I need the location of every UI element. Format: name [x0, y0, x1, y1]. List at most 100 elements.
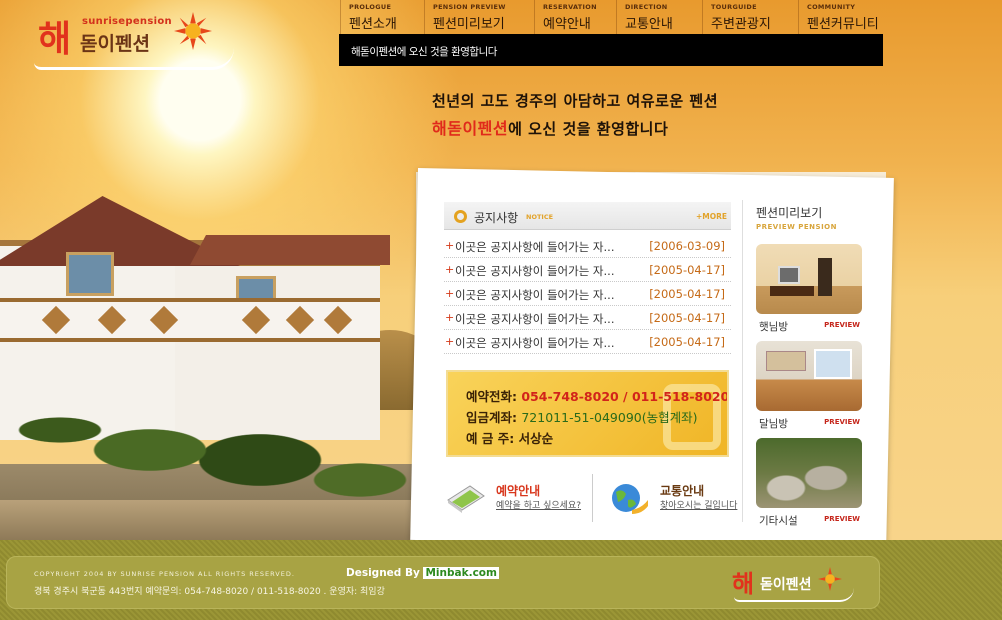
- preview-caption: 햇님방 PREVIEW: [756, 317, 862, 333]
- reservation-quick-title: 예약안내: [496, 484, 541, 498]
- contact-box: 예약전화: 054-748-8020 / 011-518-8020 입금계좌: …: [446, 370, 729, 457]
- notice-item-text[interactable]: 이곳은 공지사항이 들어가는 자...: [455, 263, 645, 279]
- nav-ko-label: 주변관광지: [711, 17, 771, 32]
- garden-rocks: [0, 500, 420, 540]
- preview-item-sun-room[interactable]: 햇님방 PREVIEW: [756, 244, 862, 333]
- designer-site-link[interactable]: Minbak.com: [423, 567, 499, 579]
- notice-item[interactable]: + 이곳은 공지사항에 들어가는 자... [2006-03-09]: [444, 234, 731, 258]
- nav-en-label: PROLOGUE: [349, 3, 392, 11]
- preview-item-facilities[interactable]: 기타시설 PREVIEW: [756, 438, 862, 527]
- nav-item-preview[interactable]: PENSION PREVIEW 펜션미리보기: [424, 0, 534, 34]
- contact-holder-line: 예 금 주: 서상순: [466, 428, 553, 447]
- notice-en-label: NOTICE: [526, 213, 554, 221]
- contact-bank-label: 입금계좌:: [466, 410, 517, 425]
- notice-item-date: [2005-04-17]: [649, 311, 725, 325]
- contact-holder-label: 예 금 주:: [466, 431, 515, 446]
- reservation-quick-link[interactable]: 예약안내 예약을 하고 싶으세요?: [444, 476, 584, 526]
- preview-tag[interactable]: PREVIEW: [824, 418, 860, 426]
- cabinet-shape: [766, 351, 806, 371]
- footer-logo-swoosh: [734, 588, 854, 602]
- contact-phone: 054-748-8020 / 011-518-8020: [521, 389, 729, 404]
- preview-tag[interactable]: PREVIEW: [824, 515, 860, 523]
- nav-item-reservation[interactable]: RESERVATION 예약안내: [534, 0, 616, 34]
- preview-item-moon-room[interactable]: 달님방 PREVIEW: [756, 341, 862, 430]
- sun-icon: [174, 12, 212, 50]
- contact-holder: 서상순: [518, 431, 554, 446]
- plus-icon: +: [445, 287, 455, 300]
- notice-item-text[interactable]: 이곳은 공지사항이 들어가는 자...: [455, 311, 645, 327]
- nav-en-label: PENSION PREVIEW: [433, 3, 506, 11]
- traffic-quick-sub[interactable]: 찾아오시는 길입니다: [660, 498, 737, 511]
- footer-address: 경북 경주시 북군동 443번지 예약문의: 054-748-8020 / 01…: [34, 587, 385, 597]
- pension-house-photo: [0, 180, 450, 540]
- notice-item-date: [2005-04-17]: [649, 287, 725, 301]
- globe-icon: [612, 484, 648, 514]
- traffic-quick-title: 교통안내: [660, 484, 705, 498]
- notice-item-date: [2005-04-17]: [649, 263, 725, 277]
- preview-name: 달님방: [759, 418, 788, 430]
- site-logo[interactable]: 해 sunrisepension 돋이펜션: [34, 8, 239, 70]
- copyright-text: COPYRIGHT 2004 BY SUNRISE PENSION ALL RI…: [34, 570, 295, 578]
- preview-tag[interactable]: PREVIEW: [824, 321, 860, 329]
- tagline-rest: 에 오신 것을 환영합니다: [508, 120, 669, 138]
- document-icon: [447, 485, 485, 513]
- nav-en-label: TOURGUIDE: [711, 3, 757, 11]
- logo-eng-text: sunrisepension: [82, 16, 172, 27]
- notice-item-text[interactable]: 이곳은 공지사항이 들어가는 자...: [455, 335, 645, 351]
- welcome-banner: 해돋이펜션에 오신 것을 환영합니다: [339, 34, 883, 66]
- mirror-shape: [818, 258, 832, 296]
- nav-ko-label: 펜션소개: [349, 17, 397, 32]
- tagline-brand: 해돋이펜션: [432, 119, 509, 138]
- column-divider: [742, 200, 743, 522]
- nav-en-label: DIRECTION: [625, 3, 668, 11]
- notice-more-link[interactable]: +MORE: [696, 212, 727, 221]
- plus-icon: +: [445, 335, 455, 348]
- nav-item-direction[interactable]: DIRECTION 교통안내: [616, 0, 702, 34]
- nav-en-label: RESERVATION: [543, 3, 597, 11]
- plus-icon: +: [445, 239, 455, 252]
- moon-room-thumbnail[interactable]: [756, 341, 862, 411]
- nav-ko-label: 펜션미리보기: [433, 17, 505, 32]
- contact-bank-line: 입금계좌: 721011-51-049090(농협계좌): [466, 407, 697, 426]
- nav-item-prologue[interactable]: PROLOGUE 펜션소개: [340, 0, 424, 34]
- preview-title: 펜션미리보기: [756, 206, 823, 220]
- preview-caption: 기타시설 PREVIEW: [756, 511, 862, 527]
- nav-ko-label: 펜션커뮤니티: [807, 17, 879, 32]
- notice-header: 공지사항 NOTICE +MORE: [444, 202, 731, 230]
- main-nav: PROLOGUE 펜션소개 PENSION PREVIEW 펜션미리보기 RES…: [340, 0, 884, 34]
- footer-logo[interactable]: 해 돋이펜션: [732, 564, 862, 604]
- sun-room-thumbnail[interactable]: [756, 244, 862, 314]
- nav-item-community[interactable]: COMMUNITY 펜션커뮤니티: [798, 0, 884, 34]
- notice-item-date: [2005-04-17]: [649, 335, 725, 349]
- plus-icon: +: [445, 311, 455, 324]
- designed-by-label: Designed By: [346, 567, 420, 579]
- window-shape: [814, 349, 852, 379]
- notice-item[interactable]: + 이곳은 공지사항이 들어가는 자... [2005-04-17]: [444, 330, 731, 354]
- notice-item[interactable]: + 이곳은 공지사항이 들어가는 자... [2005-04-17]: [444, 306, 731, 330]
- contact-bank: 721011-51-049090(농협계좌): [521, 410, 698, 425]
- notice-list: + 이곳은 공지사항에 들어가는 자... [2006-03-09] + 이곳은…: [444, 234, 731, 354]
- facilities-thumbnail[interactable]: [756, 438, 862, 508]
- nav-ko-label: 교통안내: [625, 17, 673, 32]
- preview-en-label: PREVIEW PENSION: [756, 223, 837, 231]
- designed-by: Designed By Minbak.com: [346, 567, 499, 579]
- traffic-quick-link[interactable]: 교통안내 찾아오시는 길입니다: [608, 476, 738, 526]
- tagline-line2: 해돋이펜션에 오신 것을 환영합니다: [432, 115, 668, 139]
- notice-item[interactable]: + 이곳은 공지사항이 들어가는 자... [2005-04-17]: [444, 258, 731, 282]
- house-roof-side: [190, 235, 390, 265]
- preview-header: 펜션미리보기 PREVIEW PENSION: [756, 204, 837, 231]
- logo-swoosh: [34, 48, 234, 70]
- notice-item-text[interactable]: 이곳은 공지사항에 들어가는 자...: [455, 239, 645, 255]
- nav-item-tourguide[interactable]: TOURGUIDE 주변관광지: [702, 0, 798, 34]
- nav-ko-label: 예약안내: [543, 17, 591, 32]
- notice-title: 공지사항: [474, 211, 519, 225]
- nav-en-label: COMMUNITY: [807, 3, 856, 11]
- preview-name: 햇님방: [759, 321, 788, 333]
- contact-phone-label: 예약전화:: [466, 389, 517, 404]
- tagline-line1: 천년의 고도 경주의 아담하고 여유로운 펜션: [432, 92, 719, 110]
- cabinet-shape: [770, 286, 814, 296]
- notice-item-text[interactable]: 이곳은 공지사항이 들어가는 자...: [455, 287, 645, 303]
- reservation-quick-sub[interactable]: 예약을 하고 싶으세요?: [496, 498, 581, 511]
- notice-item[interactable]: + 이곳은 공지사항이 들어가는 자... [2005-04-17]: [444, 282, 731, 306]
- house-window: [66, 252, 114, 296]
